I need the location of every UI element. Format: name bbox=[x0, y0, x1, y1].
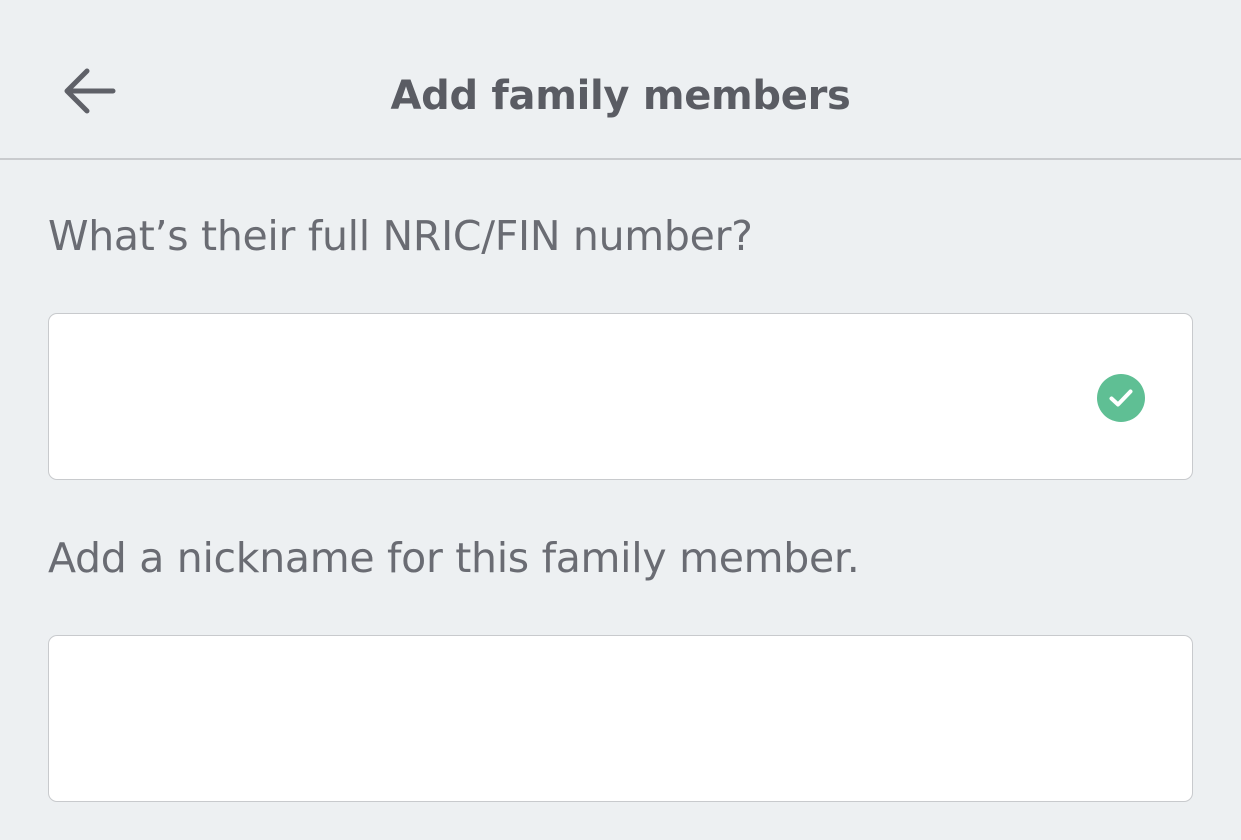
nric-input[interactable] bbox=[48, 313, 1193, 480]
check-circle-icon bbox=[1097, 374, 1145, 422]
app-header: Add family members bbox=[0, 0, 1241, 160]
page-title: Add family members bbox=[390, 73, 851, 119]
nickname-input[interactable] bbox=[48, 635, 1193, 802]
nickname-field-label: Add a nickname for this family member. bbox=[48, 534, 860, 582]
nric-field-label: What’s their full NRIC/FIN number? bbox=[48, 212, 753, 260]
